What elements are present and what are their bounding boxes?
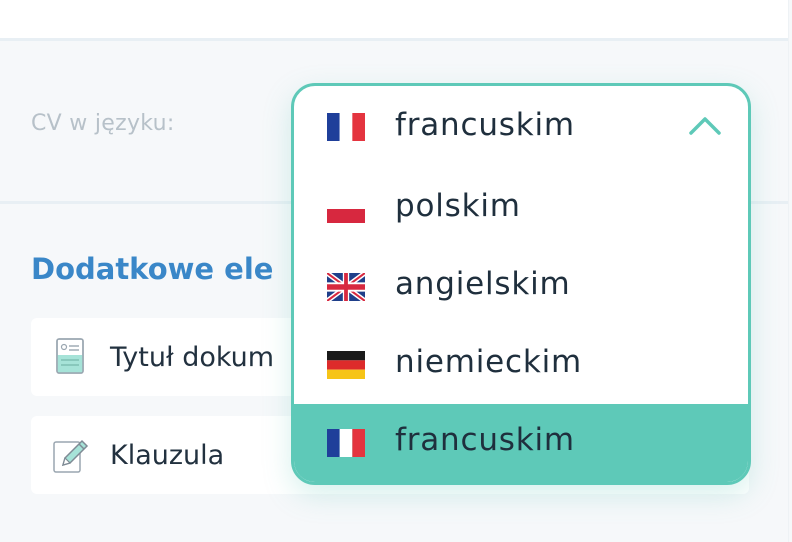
language-option-label: angielskim xyxy=(395,266,571,302)
document-title-label: Tytuł dokum xyxy=(110,342,275,373)
clause-label: Klauzula xyxy=(110,440,225,471)
flag-poland-icon xyxy=(327,195,365,223)
flag-germany-icon xyxy=(327,351,365,379)
language-option-german[interactable]: niemieckim xyxy=(294,326,748,404)
selected-language-label: francuskim xyxy=(395,107,575,143)
language-option-polish[interactable]: polskim xyxy=(294,170,748,248)
language-select-current[interactable]: francuskim xyxy=(294,86,748,168)
language-option-label: francuskim xyxy=(395,422,575,458)
language-dropdown[interactable]: francuskim polskim angielskim niemieckim xyxy=(291,83,751,485)
flag-uk-icon xyxy=(327,273,365,301)
flag-france-icon xyxy=(327,113,365,141)
cv-language-label: CV w języku: xyxy=(31,111,175,136)
language-option-label: polskim xyxy=(395,188,521,224)
section-title: Dodatkowe ele xyxy=(31,252,274,286)
language-option-label: niemieckim xyxy=(395,344,583,380)
flag-france-icon xyxy=(327,429,365,457)
pencil-edit-icon xyxy=(53,439,89,473)
language-option-english[interactable]: angielskim xyxy=(294,248,748,326)
chevron-up-icon[interactable] xyxy=(688,114,722,136)
top-card xyxy=(0,0,788,41)
document-icon xyxy=(56,338,84,374)
language-option-french[interactable]: francuskim xyxy=(294,404,748,482)
